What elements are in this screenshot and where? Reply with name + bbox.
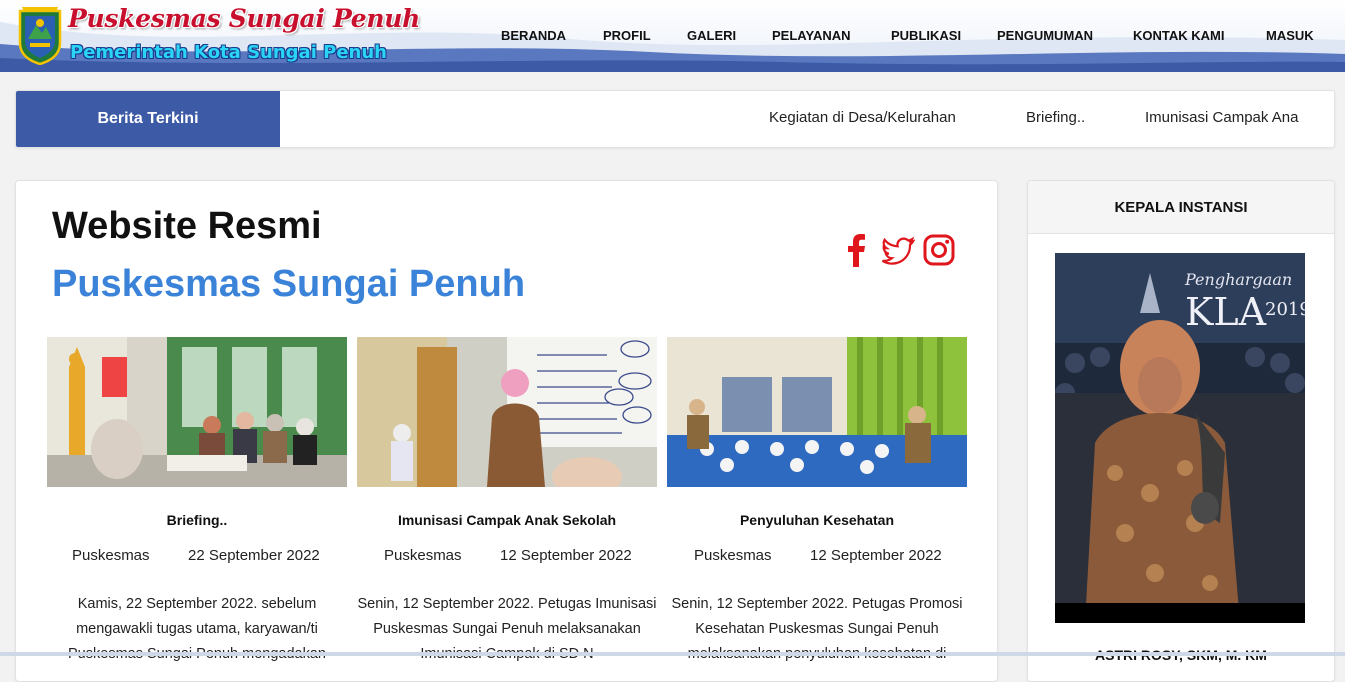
nav-publikasi[interactable]: PUBLIKASI — [891, 28, 961, 43]
ticker-item[interactable]: Kegiatan di Desa/Kelurahan — [769, 109, 956, 126]
news-post: Imunisasi Campak Anak Sekolah Puskesmas … — [357, 337, 657, 667]
nav-profil[interactable]: PROFIL — [603, 28, 651, 43]
post-date: 12 September 2022 — [500, 547, 632, 564]
ticker-item[interactable]: Briefing.. — [1026, 109, 1085, 126]
post-image-briefing[interactable] — [47, 337, 347, 487]
kota-sungai-penuh-emblem-icon[interactable] — [16, 5, 64, 65]
photo-caption-year: 2019 — [1265, 299, 1305, 320]
nav-beranda[interactable]: BERANDA — [501, 28, 566, 43]
sidebar-kepala-instansi: KEPALA INSTANSI Penghargaan KLA 2019 AST… — [1027, 180, 1335, 682]
sidebar-heading: KEPALA INSTANSI — [1028, 181, 1334, 234]
instagram-icon[interactable] — [922, 233, 956, 267]
news-post: Penyuluhan Kesehatan Puskesmas 12 Septem… — [667, 337, 967, 667]
post-title[interactable]: Penyuluhan Kesehatan — [667, 512, 967, 528]
ticker-label: Berita Terkini — [16, 91, 280, 147]
post-meta: Puskesmas 22 September 2022 — [47, 547, 347, 565]
news-ticker: Berita Terkini Kegiatan di Desa/Keluraha… — [15, 90, 1335, 148]
post-meta: Puskesmas 12 September 2022 — [357, 547, 657, 565]
post-author: Puskesmas — [72, 547, 150, 564]
post-author: Puskesmas — [384, 547, 462, 564]
post-date: 12 September 2022 — [810, 547, 942, 564]
kepala-instansi-photo[interactable]: Penghargaan KLA 2019 — [1055, 253, 1305, 623]
nav-pengumuman[interactable]: PENGUMUMAN — [997, 28, 1093, 43]
post-date: 22 September 2022 — [188, 547, 320, 564]
ticker-item[interactable]: Imunisasi Campak Ana — [1145, 109, 1298, 126]
post-meta: Puskesmas 12 September 2022 — [667, 547, 967, 565]
post-author: Puskesmas — [694, 547, 772, 564]
post-image-penyuluhan[interactable] — [667, 337, 967, 487]
twitter-icon[interactable] — [881, 233, 915, 267]
post-title[interactable]: Imunisasi Campak Anak Sekolah — [357, 512, 657, 528]
post-image-imunisasi[interactable] — [357, 337, 657, 487]
nav-kontak-kami[interactable]: KONTAK KAMI — [1133, 28, 1224, 43]
bottom-scroll-strip — [0, 652, 1345, 656]
nav-galeri[interactable]: GALERI — [687, 28, 736, 43]
page-subtitle: Puskesmas Sungai Penuh — [52, 263, 526, 305]
nav-pelayanan[interactable]: PELAYANAN — [772, 28, 851, 43]
post-title[interactable]: Briefing.. — [47, 512, 347, 528]
brand-subtitle: Pemerintah Kota Sungai Penuh — [70, 42, 387, 63]
facebook-icon[interactable] — [840, 233, 874, 267]
site-header: Puskesmas Sungai Penuh Pemerintah Kota S… — [0, 0, 1345, 72]
news-post: Briefing.. Puskesmas 22 September 2022 K… — [47, 337, 347, 667]
photo-caption-penghargaan: Penghargaan — [1184, 270, 1292, 289]
nav-masuk[interactable]: MASUK — [1266, 28, 1314, 43]
photo-caption-kla: KLA — [1185, 290, 1267, 334]
page-title: Website Resmi — [52, 205, 322, 247]
main-content-card: Website Resmi Puskesmas Sungai Penuh Bri… — [15, 180, 998, 682]
brand-title[interactable]: Puskesmas Sungai Penuh — [68, 4, 420, 33]
